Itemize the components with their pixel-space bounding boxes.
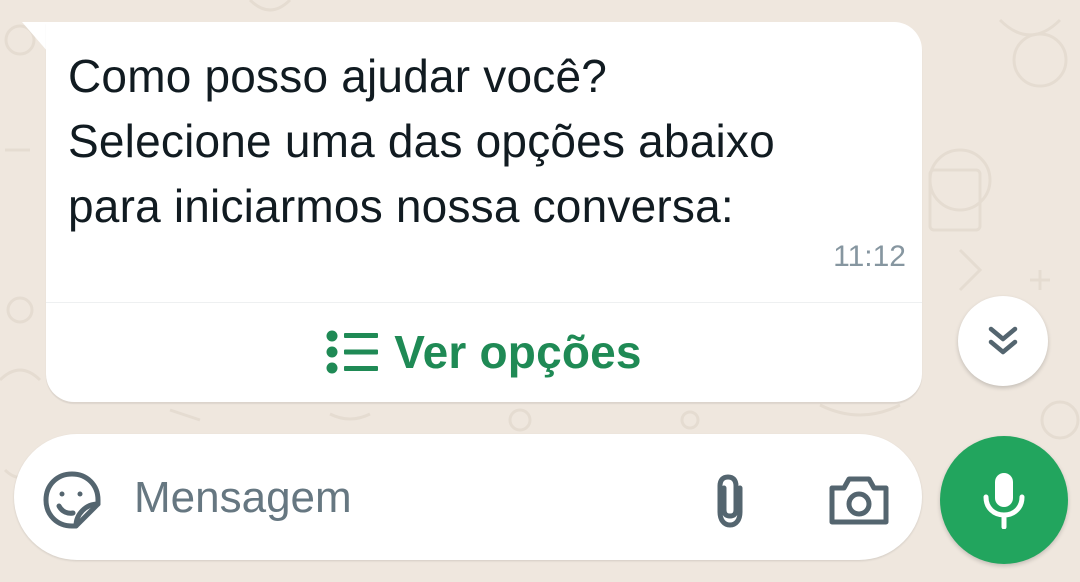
message-timestamp: 11:12 — [833, 240, 906, 273]
message-line: Selecione uma das opções abaixo — [68, 115, 775, 167]
sticker-icon[interactable] — [42, 470, 102, 530]
view-options-label: Ver opções — [394, 326, 642, 378]
microphone-button[interactable] — [940, 436, 1068, 564]
camera-icon[interactable] — [828, 474, 890, 526]
view-options-button[interactable]: Ver opções — [46, 304, 922, 400]
double-chevron-down-icon — [988, 326, 1018, 355]
scroll-to-bottom-button[interactable] — [958, 296, 1048, 386]
message-input[interactable] — [132, 462, 676, 534]
microphone-icon — [983, 473, 1025, 529]
message-line: Como posso ajudar você? — [68, 50, 608, 102]
list-icon — [326, 330, 379, 374]
message-text: Como posso ajudar você? Selecione uma da… — [68, 44, 908, 239]
message-composer — [14, 434, 922, 560]
attachment-icon[interactable] — [710, 472, 754, 530]
bubble-tail — [22, 22, 48, 52]
incoming-message-bubble[interactable]: Como posso ajudar você? Selecione uma da… — [46, 22, 922, 402]
message-line: para iniciarmos nossa conversa: — [68, 180, 734, 232]
bubble-divider — [46, 302, 922, 303]
